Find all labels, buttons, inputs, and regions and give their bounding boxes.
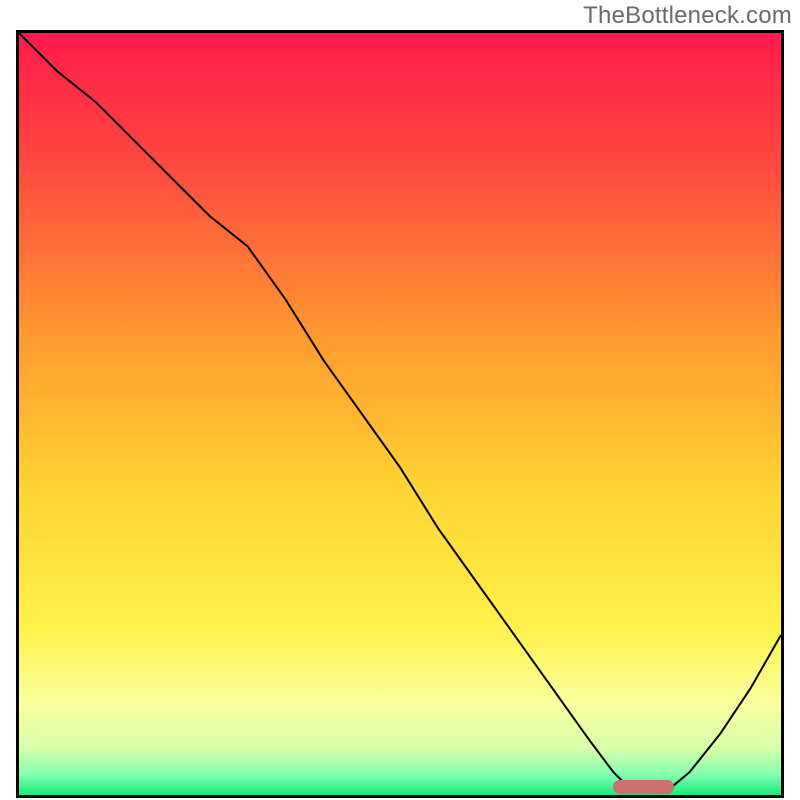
- watermark-text: TheBottleneck.com: [583, 2, 792, 30]
- plot-area: [16, 30, 784, 798]
- chart-container: TheBottleneck.com: [0, 0, 800, 800]
- optimum-marker: [613, 780, 674, 794]
- curve-layer: [19, 33, 781, 795]
- bottleneck-curve: [19, 33, 781, 791]
